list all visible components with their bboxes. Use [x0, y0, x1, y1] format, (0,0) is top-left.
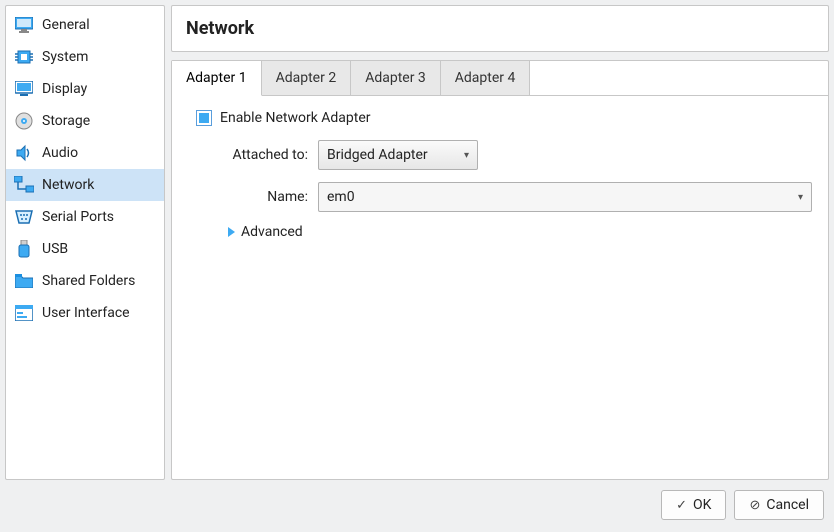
sidebar-label: General — [42, 17, 90, 33]
display-icon — [14, 79, 34, 99]
sidebar-item-general[interactable]: General — [6, 9, 164, 41]
advanced-expander[interactable]: Advanced — [228, 224, 812, 240]
name-select[interactable]: em0 ▾ — [318, 182, 812, 212]
tab-adapter-2[interactable]: Adapter 2 — [262, 61, 352, 95]
sidebar-label: Serial Ports — [42, 209, 114, 225]
cancel-label: Cancel — [766, 497, 809, 513]
sidebar-item-user-interface[interactable]: User Interface — [6, 297, 164, 329]
disk-icon — [14, 111, 34, 131]
attached-to-select[interactable]: Bridged Adapter ▾ — [318, 140, 478, 170]
enable-adapter-checkbox[interactable] — [196, 110, 212, 126]
chevron-down-icon: ▾ — [798, 192, 803, 203]
settings-sidebar: General System Display Storage — [5, 5, 165, 480]
ui-icon — [14, 303, 34, 323]
enable-adapter-label: Enable Network Adapter — [220, 110, 371, 126]
name-label: Name: — [188, 189, 318, 205]
sidebar-label: System — [42, 49, 88, 65]
chevron-down-icon: ▾ — [464, 150, 469, 161]
chip-icon — [14, 47, 34, 67]
sidebar-label: Display — [42, 81, 87, 97]
tab-adapter-1[interactable]: Adapter 1 — [172, 61, 262, 96]
attached-to-label: Attached to: — [188, 147, 318, 163]
usb-icon — [14, 239, 34, 259]
monitor-icon — [14, 15, 34, 35]
folder-icon — [14, 271, 34, 291]
cancel-icon: ⊘ — [749, 498, 760, 513]
dialog-buttons: ✓ OK ⊘ Cancel — [0, 480, 834, 528]
cancel-button[interactable]: ⊘ Cancel — [734, 490, 824, 520]
page-title: Network — [171, 5, 829, 52]
ok-button[interactable]: ✓ OK — [661, 490, 726, 520]
tab-adapter-4[interactable]: Adapter 4 — [441, 61, 531, 95]
sidebar-item-system[interactable]: System — [6, 41, 164, 73]
tab-adapter-3[interactable]: Adapter 3 — [351, 61, 441, 95]
attached-to-value: Bridged Adapter — [327, 147, 428, 163]
sidebar-label: Shared Folders — [42, 273, 135, 289]
adapter-tabs: Adapter 1 Adapter 2 Adapter 3 Adapter 4 — [172, 61, 828, 96]
sidebar-item-shared-folders[interactable]: Shared Folders — [6, 265, 164, 297]
serial-port-icon — [14, 207, 34, 227]
network-icon — [14, 175, 34, 195]
sidebar-label: Storage — [42, 113, 90, 129]
advanced-label: Advanced — [241, 224, 303, 240]
sidebar-item-storage[interactable]: Storage — [6, 105, 164, 137]
name-value: em0 — [327, 189, 355, 205]
sidebar-label: Audio — [42, 145, 78, 161]
sidebar-label: USB — [42, 241, 68, 257]
sidebar-item-audio[interactable]: Audio — [6, 137, 164, 169]
sidebar-item-usb[interactable]: USB — [6, 233, 164, 265]
speaker-icon — [14, 143, 34, 163]
sidebar-label: User Interface — [42, 305, 130, 321]
triangle-right-icon — [228, 227, 235, 237]
sidebar-item-serial-ports[interactable]: Serial Ports — [6, 201, 164, 233]
ok-label: OK — [693, 497, 711, 513]
check-icon: ✓ — [676, 498, 687, 513]
sidebar-label: Network — [42, 177, 94, 193]
sidebar-item-display[interactable]: Display — [6, 73, 164, 105]
network-panel: Adapter 1 Adapter 2 Adapter 3 Adapter 4 … — [171, 60, 829, 480]
sidebar-item-network[interactable]: Network — [6, 169, 164, 201]
